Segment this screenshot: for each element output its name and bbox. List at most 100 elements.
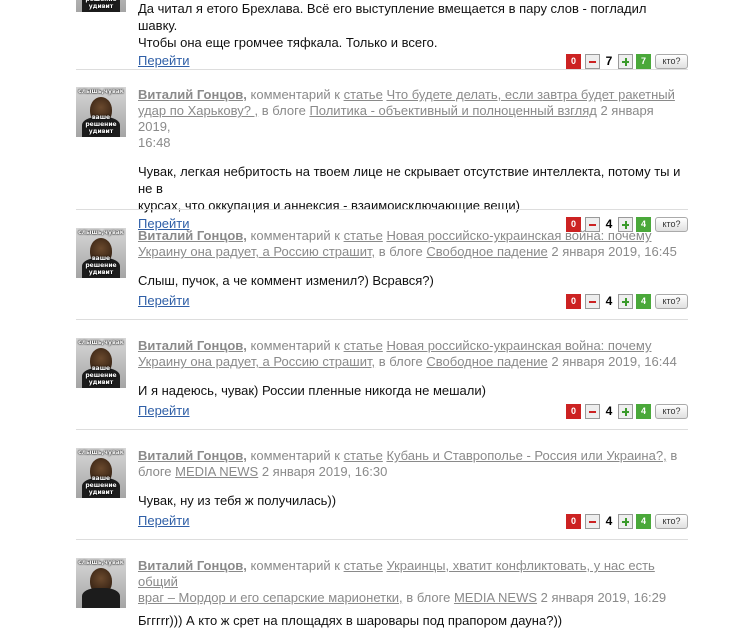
meta-text: в [670, 448, 678, 463]
article-title-link[interactable]: Что будете делать, если завтра будет рак… [386, 87, 674, 102]
comment-text: И я надеюсь, чувак) России пленные никог… [138, 382, 688, 399]
avatar-caption-bottom: ваше решение удивит [85, 0, 116, 10]
comment-footer: Перейти 0 4 4 кто? [138, 293, 688, 311]
article-link[interactable]: статье [344, 87, 383, 102]
who-voted-button[interactable]: кто? [655, 294, 688, 309]
goto-link[interactable]: Перейти [138, 513, 190, 528]
meta-text: комментарий к [250, 228, 340, 243]
avatar-caption-bottom: ваше решение удивит [85, 114, 117, 135]
comment-date: 2 января 2019, 16:45 [551, 244, 677, 259]
vote-score: 7 [605, 54, 613, 68]
divider [76, 69, 688, 70]
comment-meta: Виталий Гонцов, комментарий к статье Куб… [138, 448, 688, 480]
article-title-link[interactable]: Новая российско-украинская война: почему [386, 228, 651, 243]
minus-icon[interactable] [585, 54, 600, 69]
comment-content: Виталий Гонцов, комментарий к статье Куб… [138, 448, 688, 531]
comment-meta: Виталий Гонцов, комментарий к статье Укр… [138, 558, 688, 606]
comment-content: Виталий Гонцов, комментарий к статье Нов… [138, 228, 688, 311]
author-link[interactable]: Виталий Гонцов, [138, 448, 247, 463]
negative-count: 0 [566, 514, 581, 529]
divider [76, 539, 688, 540]
article-link[interactable]: статье [344, 338, 383, 353]
avatar[interactable]: слышь,чувак [76, 558, 126, 608]
who-voted-button[interactable]: кто? [655, 54, 688, 69]
goto-link[interactable]: Перейти [138, 53, 190, 68]
comment-content: Виталий Гонцов, комментарий к статье Укр… [138, 558, 688, 629]
blog-link[interactable]: MEDIA NEWS [175, 464, 258, 479]
comment-text: Чувак, ну из тебя ж получилась)) [138, 492, 688, 509]
article-title-link[interactable]: Кубань и Ставрополье - Россия или Украин… [386, 448, 666, 463]
comment-date: 2 января 2019, 16:29 [540, 590, 667, 605]
who-voted-button[interactable]: кто? [655, 404, 688, 419]
vote-block: 0 4 4 кто? [566, 294, 688, 309]
blog-link[interactable]: Политика - объективный и полноценный взг… [309, 103, 596, 118]
avatar-caption-bottom: ваше решение удивит [85, 255, 117, 276]
author-link[interactable]: Виталий Гонцов, [138, 228, 247, 243]
avatar[interactable]: слышь,чувак ваше решение удивит [76, 338, 126, 388]
positive-count: 4 [636, 404, 651, 419]
article-link[interactable]: статье [344, 448, 383, 463]
plus-icon[interactable] [618, 514, 633, 529]
divider [76, 319, 688, 320]
comment-footer: Перейти 0 4 4 кто? [138, 513, 688, 531]
article-link[interactable]: статье [344, 228, 383, 243]
comment-content: Виталий Гонцов, комментарий к статье Нов… [138, 338, 688, 421]
article-title-link[interactable]: удар по Харькову? , [138, 103, 258, 118]
author-link[interactable]: Виталий Гонцов, [138, 338, 247, 353]
meta-text: комментарий к [250, 448, 340, 463]
avatar[interactable]: ваше решение удивит [76, 0, 126, 12]
minus-icon[interactable] [585, 294, 600, 309]
avatar[interactable]: слышь,чувак ваше решение удивит [76, 448, 126, 498]
goto-link[interactable]: Перейти [138, 293, 190, 308]
vote-score: 4 [605, 294, 613, 308]
comment-content: Виталий Гонцов, комментарий к статье Что… [138, 87, 688, 234]
comment-content: Да читал я етого Брехлава. Всё его высту… [138, 0, 688, 71]
avatar-caption-top: слышь,чувак [78, 88, 124, 95]
article-title-link[interactable]: Новая российско-украинская война: почему [386, 338, 651, 353]
comment-date: 2 января 2019, 16:30 [261, 464, 388, 479]
comment-text-line: курсах, что оккупация и аннексия - взаим… [138, 198, 520, 213]
plus-icon[interactable] [618, 294, 633, 309]
negative-count: 0 [566, 54, 581, 69]
blog-link[interactable]: MEDIA NEWS [454, 590, 537, 605]
minus-icon[interactable] [585, 404, 600, 419]
vote-score: 4 [605, 404, 613, 418]
vote-block: 0 7 7 кто? [566, 54, 688, 69]
comment-footer: Перейти 0 4 4 кто? [138, 403, 688, 421]
minus-icon[interactable] [585, 514, 600, 529]
article-title-link[interactable]: враг – Мордор и его сепарские марионетки… [138, 590, 403, 605]
vote-block: 0 4 4 кто? [566, 514, 688, 529]
comment-text: Слыш, пучок, а че коммент изменил?) Всра… [138, 272, 688, 289]
meta-text: в блоге [261, 103, 306, 118]
article-title-link[interactable]: Украину она радует, а Россию страшит, [138, 354, 375, 369]
comment-text-line: Чтобы она еще громчее тяфкала. Только и … [138, 35, 438, 50]
plus-icon[interactable] [618, 404, 633, 419]
blog-link[interactable]: Свободное падение [426, 244, 547, 259]
meta-text: комментарий к [250, 338, 340, 353]
author-link[interactable]: Виталий Гонцов, [138, 87, 247, 102]
meta-text: в блоге [378, 244, 423, 259]
blog-link[interactable]: Свободное падение [426, 354, 547, 369]
avatar-caption-top: слышь,чувак [78, 339, 124, 346]
author-link[interactable]: Виталий Гонцов, [138, 558, 247, 573]
comment-date: 2 января 2019, 16:44 [551, 354, 677, 369]
comment-text-line: Да читал я етого Брехлава. Всё его высту… [138, 1, 647, 33]
comment-text-line: И я надеюсь, чувак) России пленные никог… [138, 383, 486, 398]
article-link[interactable]: статье [344, 558, 383, 573]
plus-icon[interactable] [618, 54, 633, 69]
article-title-link[interactable]: Украину она радует, а Россию страшит, [138, 244, 375, 259]
divider [76, 209, 688, 210]
goto-link[interactable]: Перейти [138, 403, 190, 418]
avatar-caption-top: слышь,чувак [78, 449, 124, 456]
who-voted-button[interactable]: кто? [655, 514, 688, 529]
meta-text: комментарий к [250, 558, 340, 573]
comment-meta: Виталий Гонцов, комментарий к статье Нов… [138, 338, 688, 370]
positive-count: 7 [636, 54, 651, 69]
meta-text: в блоге [406, 590, 451, 605]
comment-meta: Виталий Гонцов, комментарий к статье Что… [138, 87, 688, 151]
avatar[interactable]: слышь,чувак ваше решение удивит [76, 87, 126, 137]
avatar-caption-top: слышь,чувак [78, 229, 124, 236]
avatar[interactable]: слышь,чувак ваше решение удивит [76, 228, 126, 278]
avatar-body [82, 588, 120, 608]
comment-time: 16:48 [138, 135, 171, 150]
